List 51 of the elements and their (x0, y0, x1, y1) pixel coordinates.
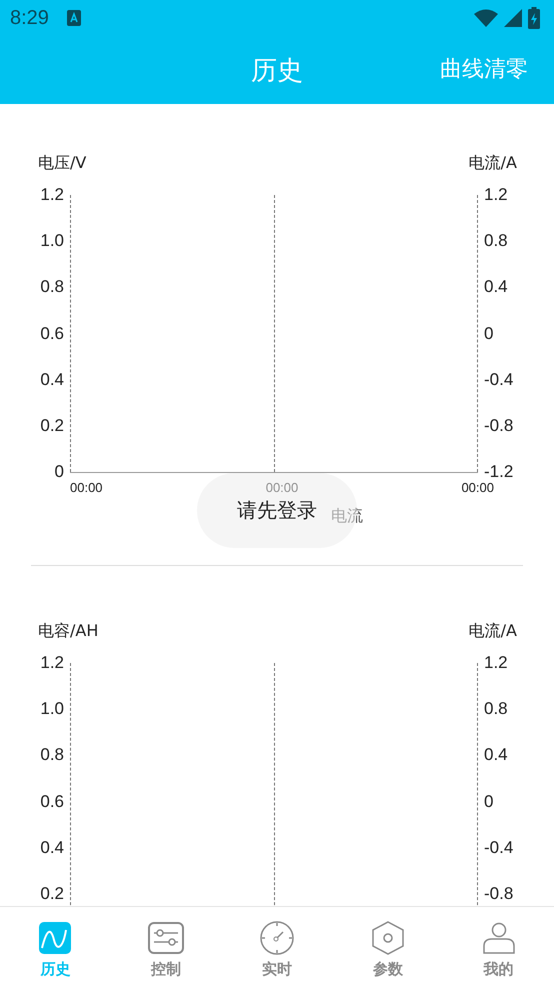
person-icon (482, 922, 515, 954)
page-title: 历史 (251, 54, 303, 88)
nav-tab[interactable]: 实时 (222, 907, 332, 985)
tick-label: -0.8 (484, 416, 514, 435)
tick-label: 0.8 (40, 746, 64, 764)
tick-label: 1.0 (40, 232, 64, 250)
axis-title: 电压/V (38, 152, 86, 174)
tick-label: 0 (484, 792, 494, 811)
clear-curves-button[interactable]: 曲线清零 (440, 54, 528, 84)
tick-label: 0.2 (40, 416, 64, 435)
tick-label: 00:00 (266, 480, 298, 495)
wifi-icon (474, 9, 498, 27)
tick-label: 1.2 (40, 186, 64, 204)
tick-label: 0.2 (40, 884, 64, 903)
gauge-icon (260, 921, 294, 955)
nav-tab[interactable]: 参数 (332, 907, 444, 985)
tick-label: 0.8 (40, 278, 64, 296)
hexagon-icon (372, 921, 404, 955)
tick-label: 1.2 (484, 186, 508, 204)
tick-label: 00:00 (461, 480, 494, 495)
tick-label: 0.8 (484, 232, 508, 250)
tick-label: 0 (484, 324, 494, 343)
tick-label: 0 (54, 463, 64, 482)
tick-label: 1.0 (40, 700, 64, 718)
tick-label: 0.8 (484, 700, 508, 718)
tick-label: 0.6 (40, 324, 64, 343)
nav-tab[interactable]: 我的 (443, 907, 554, 985)
tick-label: -0.4 (484, 838, 514, 857)
legend-label: 电流 (331, 506, 363, 526)
tick-label: -0.8 (484, 884, 514, 903)
nav-tab[interactable]: 控制 (110, 907, 222, 985)
curve-icon (39, 922, 72, 954)
nav-tab[interactable]: 历史 (0, 907, 111, 985)
tick-label: -0.4 (484, 370, 514, 389)
tick-label: 1.2 (40, 654, 64, 672)
tick-label: 0.4 (40, 370, 64, 389)
battery-icon (528, 7, 540, 29)
keyboard-icon (66, 10, 81, 26)
tick-label: 0.4 (484, 746, 508, 764)
status-time: 8:29 (10, 6, 49, 30)
axis-title: 电容/AH (38, 620, 98, 642)
axis-title: 电流/A (468, 620, 517, 642)
tick-label: 0.4 (484, 278, 508, 296)
sliders-icon (148, 922, 184, 954)
axis-title: 电流/A (468, 152, 517, 174)
tick-label: 0.6 (40, 792, 64, 811)
tick-label: 00:00 (70, 480, 103, 495)
signal-icon (504, 9, 522, 27)
tick-label: 0.4 (40, 838, 64, 857)
tick-label: 1.2 (484, 654, 508, 672)
tick-label: -1.2 (484, 463, 514, 482)
